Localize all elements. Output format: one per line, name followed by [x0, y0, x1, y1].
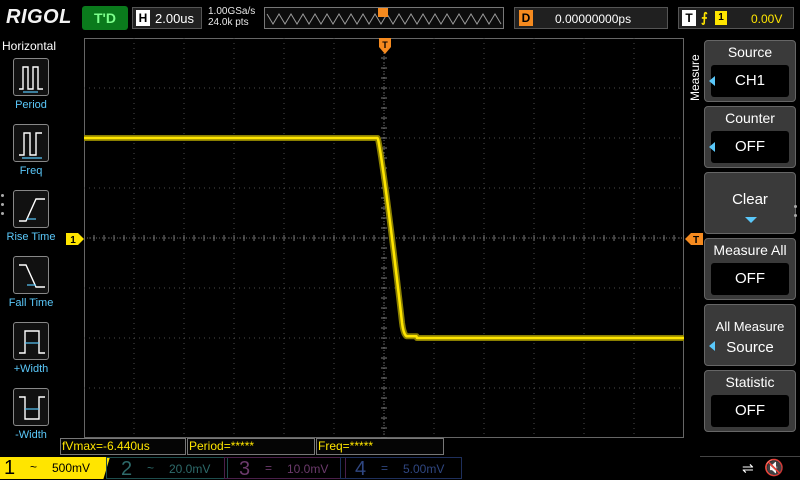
usb-icon: ⇌ — [742, 460, 754, 476]
channel-number: 3 — [239, 458, 251, 480]
measure-all-label: Measure All — [713, 242, 787, 258]
source-button[interactable]: Source CH1 — [704, 40, 796, 102]
source-label: Source — [727, 44, 773, 60]
statistic-button[interactable]: Statistic OFF — [704, 370, 796, 432]
freq-icon — [13, 124, 49, 162]
ch1-offset-marker[interactable]: 1 — [66, 233, 84, 245]
freq-label: Freq — [19, 165, 43, 177]
channel-number: 2 — [121, 458, 133, 480]
menu-scroll-dots — [794, 205, 798, 223]
measurement-readout: Freq=***** — [316, 438, 444, 455]
trigger-level: 0.00V — [751, 12, 783, 26]
coupling-dc-icon: = — [265, 461, 273, 475]
overview-trigger-icon — [378, 8, 388, 17]
trigger-source: 1 — [715, 11, 727, 25]
speaker-muted-icon[interactable]: 🔇 — [764, 458, 784, 478]
trigger-position-marker[interactable]: T — [379, 38, 391, 54]
neg-width-icon — [13, 388, 49, 426]
down-arrow-icon — [745, 217, 757, 223]
channel-number: 1 — [4, 457, 16, 479]
period-label: Period — [15, 99, 47, 111]
graticule — [84, 38, 684, 438]
menu-title: Measure — [688, 54, 702, 102]
trigger-level-marker[interactable]: T — [685, 233, 703, 245]
trigger-label: T — [682, 10, 696, 26]
coupling-dc-icon: = — [381, 461, 389, 475]
measurement-readout: Period=***** — [187, 438, 315, 455]
panel-title: Horizontal — [2, 39, 57, 53]
measure-fall-time[interactable]: Fall Time — [0, 256, 62, 318]
rise-time-label: Rise Time — [6, 231, 56, 243]
fall-time-icon — [13, 256, 49, 294]
waveform-overview-bar[interactable] — [264, 7, 504, 29]
statistic-value: OFF — [711, 395, 789, 427]
measure-all-button[interactable]: Measure All OFF — [704, 238, 796, 300]
counter-value: OFF — [711, 131, 789, 163]
trigger-level-text: T — [693, 235, 699, 245]
measure-pos-width[interactable]: +Width — [0, 322, 62, 384]
sample-rate: 1.00GSa/s — [208, 6, 256, 17]
trigger-slope-icon: ⨍ — [701, 10, 708, 25]
channel-2-box[interactable]: 2 ~ 20.0mV — [106, 457, 228, 480]
measure-period[interactable]: Period — [0, 58, 62, 120]
pos-width-icon — [13, 322, 49, 360]
clear-label: Clear — [732, 191, 768, 208]
source-value: CH1 — [711, 65, 789, 97]
delay-value: 0.00000000ps — [555, 12, 632, 26]
neg-width-label: -Width — [15, 429, 47, 441]
fall-time-label: Fall Time — [8, 297, 54, 309]
overview-zigzag — [266, 8, 502, 25]
channel-number: 4 — [355, 458, 367, 480]
all-measure-line2: Source — [726, 339, 774, 356]
trigger-position-text: T — [382, 40, 388, 50]
delay-display[interactable]: D 0.00000000ps — [514, 7, 668, 29]
channel-scale: 10.0mV — [287, 462, 329, 476]
pos-width-label: +Width — [13, 363, 49, 375]
trigger-display[interactable]: T ⨍ 1 0.00V — [678, 7, 794, 29]
channel-scale: 5.00mV — [403, 462, 445, 476]
clear-button[interactable]: Clear — [704, 172, 796, 234]
horizontal-label: H — [136, 10, 150, 26]
channel-1-box[interactable]: 1 ~ 500mV — [0, 457, 110, 479]
run-status-badge[interactable]: T'D — [82, 6, 128, 30]
channel-3-box[interactable]: 3 = 10.0mV — [224, 457, 346, 480]
ch1-offset-text: 1 — [70, 235, 76, 245]
acquisition-info: 1.00GSa/s 24.0k pts — [208, 6, 255, 28]
delay-label: D — [519, 10, 533, 26]
left-arrow-icon — [709, 142, 715, 152]
measurement-readout: fVmax=-6.440us — [60, 438, 186, 455]
channel-scale: 20.0mV — [169, 462, 211, 476]
all-measure-line1: All Measure — [715, 319, 785, 334]
measure-freq[interactable]: Freq — [0, 124, 62, 186]
counter-label: Counter — [725, 110, 775, 126]
coupling-ac-icon: ~ — [147, 461, 155, 475]
top-status-bar: RIGOL T'D H 2.00us 1.00GSa/s 24.0k pts D… — [0, 0, 800, 36]
period-icon — [13, 58, 49, 96]
channel-4-box[interactable]: 4 = 5.00mV — [340, 457, 462, 480]
memory-depth: 24.0k pts — [208, 17, 249, 28]
measure-neg-width[interactable]: -Width — [0, 388, 62, 450]
brand-logo: RIGOL — [6, 6, 72, 28]
all-measure-source-button[interactable]: All Measure Source — [704, 304, 796, 366]
measure-all-value: OFF — [711, 263, 789, 295]
measurement-quick-panel: Horizontal Period Freq Rise Time Fall Ti… — [0, 36, 62, 456]
left-arrow-icon — [709, 341, 715, 351]
measure-rise-time[interactable]: Rise Time — [0, 190, 62, 252]
horizontal-timebase[interactable]: H 2.00us — [132, 7, 202, 29]
left-arrow-icon — [709, 76, 715, 86]
timebase-value: 2.00us — [155, 11, 195, 26]
waveform-display[interactable] — [84, 38, 684, 438]
statistic-label: Statistic — [725, 374, 775, 390]
coupling-ac-icon: ~ — [30, 460, 38, 474]
channel-scale: 500mV — [52, 461, 91, 475]
rise-time-icon — [13, 190, 49, 228]
counter-button[interactable]: Counter OFF — [704, 106, 796, 168]
